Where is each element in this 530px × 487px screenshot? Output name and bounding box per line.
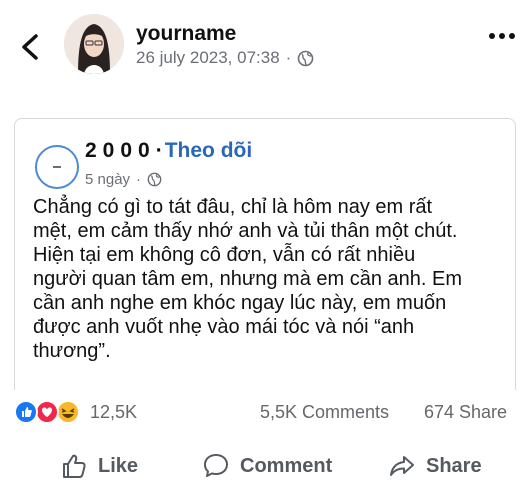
post-text-line: Hiện tại em không cô đơn, vẫn có rất nhi… bbox=[33, 244, 416, 266]
avatar[interactable] bbox=[64, 14, 124, 74]
shares-count[interactable]: 674 Share bbox=[424, 402, 507, 423]
shared-post-card[interactable]: 2000 · Theo dõi 5 ngày · Chẳng có gì to … bbox=[14, 118, 516, 390]
reactions-count[interactable]: 12,5K bbox=[90, 402, 137, 423]
meta-separator: · bbox=[285, 48, 292, 67]
reactions-summary[interactable] bbox=[14, 399, 84, 425]
page-title-line: 2000 · Theo dõi bbox=[85, 139, 252, 163]
comment-button[interactable]: Comment bbox=[202, 452, 332, 480]
like-reaction-icon bbox=[14, 400, 38, 424]
comment-label: Comment bbox=[240, 454, 333, 477]
page-name[interactable]: 2000 bbox=[85, 139, 156, 163]
follow-button[interactable]: Theo dõi bbox=[165, 139, 253, 163]
post-text-line: mệt, em cảm thấy nhớ anh và tủi thân một… bbox=[33, 220, 458, 242]
page-avatar[interactable] bbox=[35, 145, 79, 189]
globe-icon bbox=[298, 50, 314, 66]
post-text-line: người quan tâm em, nhưng mà em cần anh. … bbox=[33, 268, 462, 290]
post-header: yourname 26 july 2023, 07:38 · bbox=[0, 0, 530, 100]
shared-meta-separator: · bbox=[136, 171, 142, 188]
action-bar: Like Comment Share bbox=[0, 446, 530, 486]
globe-icon bbox=[147, 172, 162, 187]
share-button[interactable]: Share bbox=[388, 452, 482, 480]
shared-post-time[interactable]: 5 ngày bbox=[85, 171, 130, 188]
like-label: Like bbox=[98, 454, 139, 477]
shared-post-meta: 5 ngày · bbox=[85, 171, 162, 188]
more-horizontal-icon[interactable] bbox=[486, 26, 522, 46]
haha-reaction-icon bbox=[56, 400, 80, 424]
share-arrow-icon bbox=[390, 456, 414, 476]
post-text: Chẳng có gì to tát đâu, chỉ là hôm nay e… bbox=[33, 195, 513, 363]
post-timestamp[interactable]: 26 july 2023, 07:38 bbox=[136, 48, 280, 68]
comment-icon bbox=[204, 454, 228, 477]
post-text-line: thương”. bbox=[33, 340, 111, 362]
post-meta: 26 july 2023, 07:38 · bbox=[136, 48, 314, 68]
comments-count[interactable]: 5,5K Comments bbox=[260, 402, 389, 423]
post-stats: 12,5K 5,5K Comments 674 Share bbox=[0, 394, 530, 430]
thumbs-up-icon bbox=[63, 454, 86, 478]
post-text-line: được anh vuốt nhẹ vào mái tóc và nói “an… bbox=[33, 316, 415, 338]
share-label: Share bbox=[426, 454, 482, 477]
chevron-left-icon[interactable] bbox=[14, 30, 48, 64]
user-name[interactable]: yourname bbox=[136, 22, 236, 46]
post-text-line: cần anh nghe em khóc ngay lúc này, em mu… bbox=[33, 292, 447, 314]
like-button[interactable]: Like bbox=[60, 452, 138, 480]
page-separator: · bbox=[155, 139, 163, 162]
love-reaction-icon bbox=[35, 400, 59, 424]
post-text-line: Chẳng có gì to tát đâu, chỉ là hôm nay e… bbox=[33, 196, 433, 218]
